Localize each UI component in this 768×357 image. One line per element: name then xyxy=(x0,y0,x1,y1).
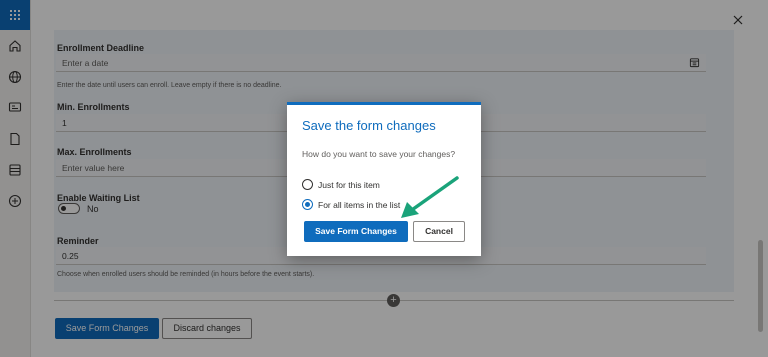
dialog-question: How do you want to save your changes? xyxy=(302,149,456,159)
dialog-save-form-changes-button[interactable]: Save Form Changes xyxy=(304,221,408,242)
radio-just-this-item[interactable] xyxy=(302,179,313,190)
dialog-title: Save the form changes xyxy=(302,118,436,133)
radio-just-this-item-label[interactable]: Just for this item xyxy=(318,180,380,190)
dialog-cancel-button[interactable]: Cancel xyxy=(413,221,465,242)
annotation-arrow-icon xyxy=(401,176,459,218)
radio-all-items[interactable] xyxy=(302,199,313,210)
radio-all-items-label[interactable]: For all items in the list xyxy=(318,200,400,210)
